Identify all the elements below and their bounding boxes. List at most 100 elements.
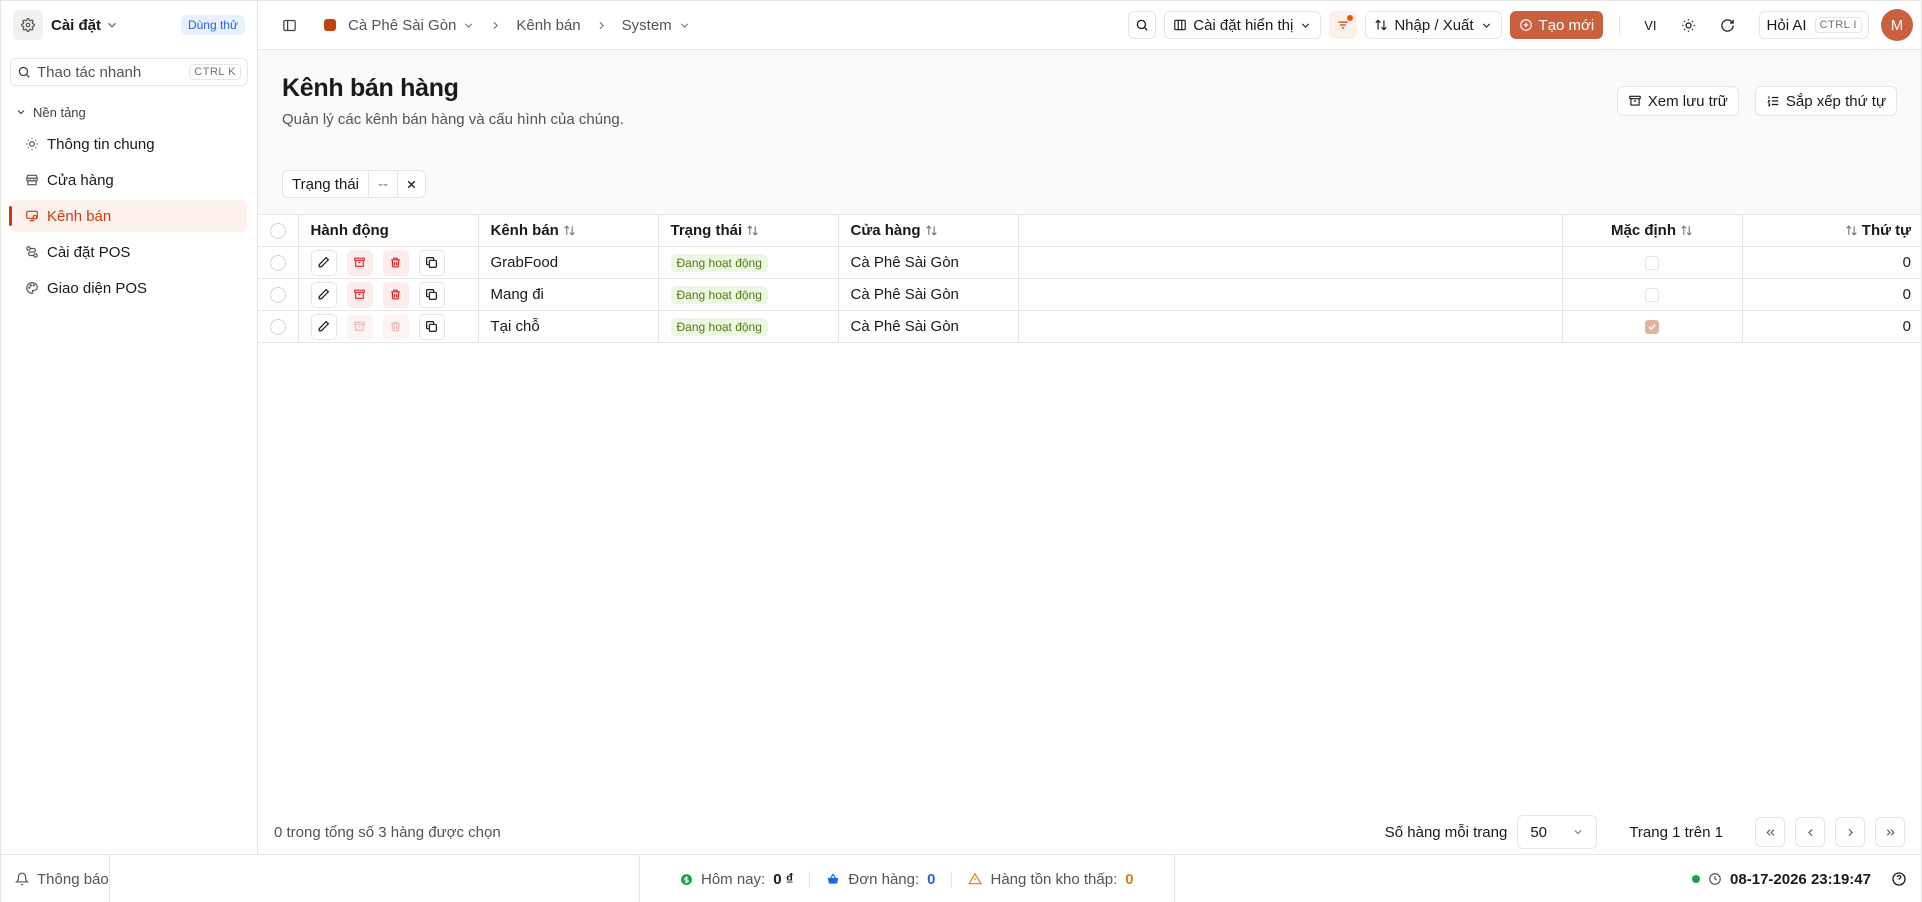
column-store[interactable]: Cửa hàng [838,214,1019,247]
close-icon [407,180,416,188]
quick-action-input[interactable] [37,63,184,81]
sidebar-item-store[interactable]: Cửa hàng [11,164,247,196]
table-row: Tại chỗ Đang hoạt động Cà Phê Sài Gòn 0 [258,310,1922,343]
archive-button[interactable] [346,249,373,276]
basket-icon [828,873,839,884]
toggle-sidebar-button[interactable] [274,10,304,40]
trash-icon [391,257,400,268]
notifications-button[interactable]: Thông báo [1,855,110,902]
view-archive-button[interactable]: Xem lưu trữ [1616,86,1739,116]
sort-order-button[interactable]: Sắp xếp thứ tự [1754,86,1897,116]
row-actions-cell [298,310,479,343]
help-button[interactable] [1891,871,1907,887]
edit-button[interactable] [310,249,337,276]
sidebar-group-label: Nền tảng [33,104,86,120]
delete-button[interactable] [382,281,409,308]
edit-button[interactable] [310,313,337,340]
search-button[interactable] [1128,11,1157,39]
sidebar-group-toggle[interactable]: Nền tảng [1,102,257,122]
breadcrumb-channels[interactable]: Kênh bán [516,17,580,34]
row-select-cell [258,310,299,343]
theme-toggle-button[interactable] [1673,11,1704,39]
pagination: Số hàng mỗi trang 50 Trang 1 trên 1 [1385,815,1905,849]
quick-action-search[interactable]: CTRL K [10,58,248,86]
duplicate-button[interactable] [418,281,445,308]
duplicate-button[interactable] [418,313,445,340]
select-all-cell [258,214,299,247]
row-actions-cell [298,278,479,311]
sort-icon [1846,225,1857,236]
sidebar-title-dropdown[interactable]: Cài đặt [51,17,119,34]
order-cell: 0 [1742,278,1922,311]
avatar[interactable]: M [1881,9,1913,41]
column-label: Trạng thái [670,222,743,239]
display-settings-button[interactable]: Cài đặt hiển thị [1164,11,1322,39]
rows-per-page-select[interactable]: 50 [1517,815,1598,849]
pagination-buttons [1755,817,1905,847]
breadcrumb: Cà Phê Sài Gòn Kênh bán System [324,17,691,34]
sidebar-item-label: Kênh bán [47,207,112,225]
column-label: Mặc định [1610,222,1676,239]
channel-name-cell: GrabFood [478,246,659,279]
select-all-checkbox[interactable] [270,222,286,239]
rows-per-page-value: 50 [1530,823,1548,841]
stat-low-stock-label: Hàng tồn kho thấp: [990,870,1118,888]
breadcrumb-system[interactable]: System [622,17,691,34]
sidebar-item-pos-theme[interactable]: Giao diện POS [11,272,247,304]
trash-icon [391,321,400,332]
status-filter-label[interactable]: Trạng thái [283,171,369,197]
page-header: Kênh bán hàng Quản lý các kênh bán hàng … [258,50,1921,214]
import-export-button[interactable]: Nhập / Xuất [1365,11,1502,39]
store-logo-icon [324,19,336,31]
delete-button[interactable] [382,249,409,276]
filter-button[interactable] [1329,11,1358,39]
clear-filter-button[interactable] [398,171,425,197]
refresh-button[interactable] [1712,11,1743,39]
next-page-button[interactable] [1835,817,1865,847]
column-default[interactable]: Mặc định [1562,214,1743,247]
archive-icon [354,289,365,299]
sidebar-item-channels[interactable]: Kênh bán [9,200,247,232]
check-icon [1648,323,1656,330]
row-checkbox[interactable] [270,318,286,335]
sidebar-item-general[interactable]: Thông tin chung [11,128,247,160]
archive-button[interactable] [346,281,373,308]
chevron-right-icon [493,21,499,29]
archive-icon [354,257,365,267]
sidebar-item-pos-settings[interactable]: Cài đặt POS [11,236,247,268]
pencil-icon [318,256,330,268]
first-page-button[interactable] [1755,817,1785,847]
status-filter-value[interactable]: -- [369,171,398,197]
row-checkbox[interactable] [270,286,286,303]
stat-low-stock-value: 0 [1125,870,1134,888]
column-channel[interactable]: Kênh bán [478,214,659,247]
edit-button[interactable] [310,281,337,308]
palette-icon [25,281,39,295]
selection-summary: 0 trong tổng số 3 hàng được chọn [274,823,501,841]
column-order[interactable]: Thứ tự [1742,214,1922,247]
column-label: Kênh bán [490,222,559,239]
stat-today-value: 0 ₫ [773,870,794,888]
duplicate-button[interactable] [418,249,445,276]
column-status[interactable]: Trạng thái [658,214,839,247]
breadcrumb-store-label: Cà Phê Sài Gòn [348,16,457,34]
status-filter-chip: Trạng thái -- [282,170,426,198]
daily-stats: Hôm nay: 0 ₫ Đơn hàng: 0 Hàng tồn kho th… [639,855,1175,902]
language-switch[interactable]: VI [1636,11,1664,39]
main-content: Kênh bán hàng Quản lý các kênh bán hàng … [258,50,1922,854]
breadcrumb-store[interactable]: Cà Phê Sài Gòn [324,17,475,34]
settings-gear-icon[interactable] [13,10,43,40]
archive-icon [1628,95,1641,106]
filter-active-dot [1347,15,1354,21]
last-page-button[interactable] [1875,817,1905,847]
ask-ai-button[interactable]: Hỏi AI CTRL I [1758,11,1869,39]
notifications-label: Thông báo [37,870,109,888]
create-new-button[interactable]: Tạo mới [1509,11,1604,39]
row-checkbox[interactable] [270,254,286,271]
prev-page-button[interactable] [1795,817,1825,847]
copy-icon [426,257,437,268]
arrow-up-down-icon [1375,19,1387,31]
sidebar-nav: Thông tin chung Cửa hàng Kênh bán Cài đặ… [1,128,257,304]
sort-icon [747,225,758,236]
chevron-down-icon [1482,22,1490,28]
